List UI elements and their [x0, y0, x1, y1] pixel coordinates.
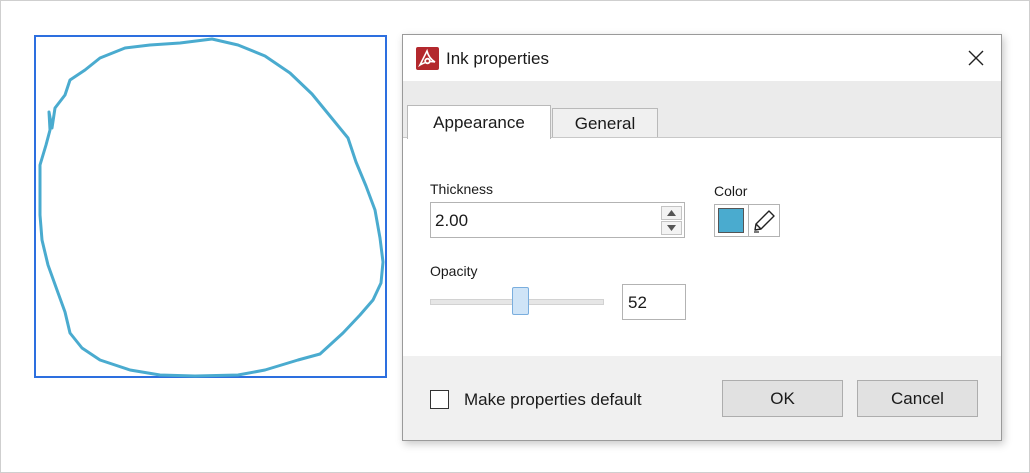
make-default-label[interactable]: Make properties default [464, 390, 642, 410]
thickness-increment-button[interactable] [661, 206, 682, 220]
color-divider [748, 205, 749, 236]
dialog-title: Ink properties [446, 49, 549, 68]
color-label: Color [714, 183, 748, 199]
ok-button[interactable]: OK [722, 380, 843, 417]
tab-general[interactable]: General [552, 108, 658, 139]
opacity-input[interactable]: 52 [622, 284, 686, 320]
cancel-button[interactable]: Cancel [857, 380, 978, 417]
dialog-titlebar: Ink properties [403, 35, 1001, 81]
triangle-down-icon [667, 225, 676, 231]
opacity-slider-thumb[interactable] [511, 287, 529, 315]
color-picker-pencil-icon[interactable] [750, 207, 778, 235]
opacity-value: 52 [628, 293, 647, 312]
close-button[interactable] [959, 43, 993, 73]
color-swatch-button[interactable] [718, 208, 744, 233]
tab-appearance[interactable]: Appearance [407, 105, 551, 139]
ink-annotation-stroke[interactable] [0, 0, 400, 390]
thickness-decrement-button[interactable] [661, 221, 682, 235]
thickness-input[interactable]: 2.00 [435, 211, 468, 231]
dialog-footer: Make properties default OK Cancel [403, 356, 1001, 440]
make-default-checkbox[interactable] [430, 390, 449, 409]
color-control [714, 204, 780, 237]
thickness-stepper[interactable]: 2.00 [430, 202, 685, 238]
appearance-panel: Thickness 2.00 Color Opacity 52 [403, 137, 1001, 356]
ink-properties-dialog: Ink properties Appearance General Thickn… [402, 34, 1002, 441]
triangle-up-icon [667, 210, 676, 216]
thickness-label: Thickness [430, 181, 494, 197]
opacity-label: Opacity [430, 263, 478, 279]
adobe-acrobat-icon [416, 47, 439, 70]
close-icon [968, 50, 984, 66]
tab-strip: Appearance General [403, 81, 1001, 139]
